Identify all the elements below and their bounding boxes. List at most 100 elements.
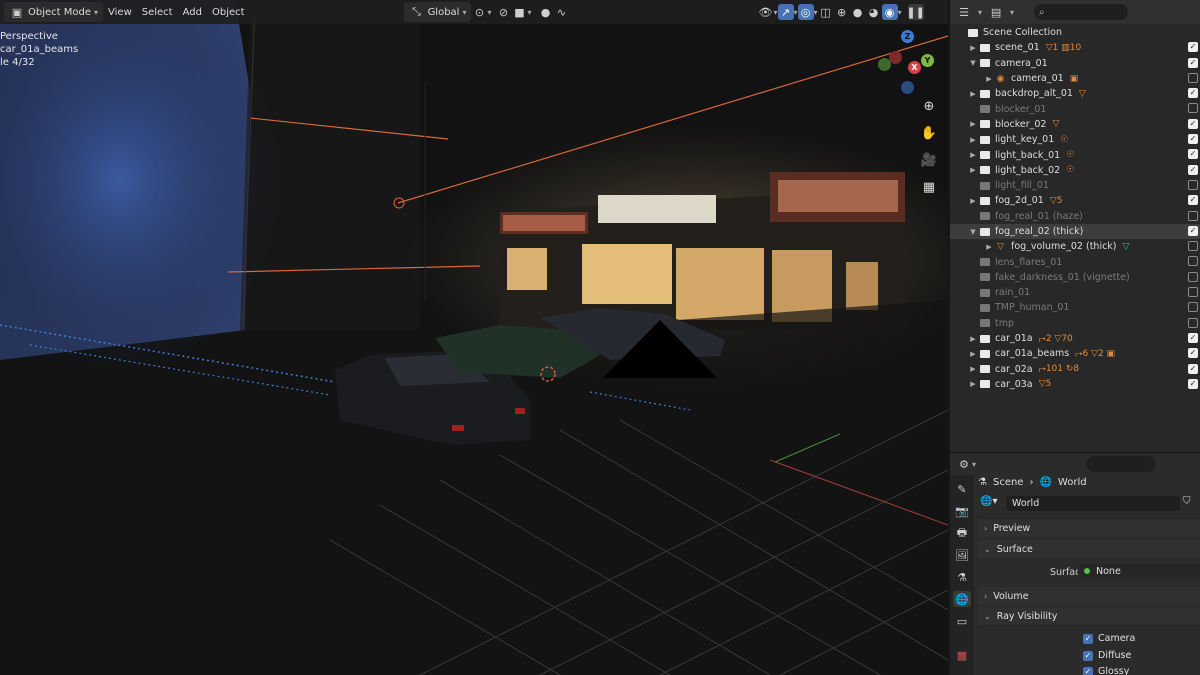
chevron-down-icon[interactable]: ▾: [972, 460, 976, 469]
chevron-down-icon[interactable]: ▾: [528, 8, 532, 17]
outliner-row[interactable]: TMP_human_01: [950, 300, 1200, 315]
display-mode-icon[interactable]: ▤: [988, 4, 1004, 20]
gizmo-neg-z-axis[interactable]: [901, 81, 914, 94]
checkbox-unchecked-icon[interactable]: [1188, 103, 1198, 114]
expand-right-icon[interactable]: ▶: [968, 136, 978, 144]
editor-type-icon[interactable]: ☰: [956, 4, 972, 20]
chevron-down-icon[interactable]: ▾: [774, 8, 778, 17]
outliner-row[interactable]: lens_flares_01: [950, 254, 1200, 269]
outliner-row[interactable]: ▼ fog_real_02 (thick) ✓: [950, 223, 1200, 240]
chevron-down-icon[interactable]: ▾: [487, 8, 491, 17]
chevron-down-icon[interactable]: ▾: [898, 8, 902, 17]
ray-camera-checkbox[interactable]: ✓ Camera: [1083, 633, 1135, 644]
outliner-row[interactable]: ▶ backdrop_alt_01 ▽ ✓: [950, 86, 1200, 101]
checkbox-unchecked-icon[interactable]: [1188, 72, 1198, 83]
collection-tab-icon[interactable]: ▭: [953, 613, 971, 629]
snap-icon[interactable]: ⊘: [496, 4, 512, 20]
outliner-search-input[interactable]: ⌕: [1034, 4, 1129, 20]
fake-user-shield-icon[interactable]: ⛉: [1183, 496, 1197, 511]
pause-icon[interactable]: ❚❚: [906, 4, 925, 20]
expand-right-icon[interactable]: ▶: [968, 335, 978, 343]
proportional-edit-icon[interactable]: ●: [538, 4, 554, 20]
gizmo-toggle-icon[interactable]: ↗: [777, 4, 794, 20]
ray-visibility-panel-header[interactable]: ⌄ Ray Visibility: [978, 607, 1200, 625]
checkbox-checked-icon[interactable]: ✓: [1188, 118, 1198, 129]
camera-view-icon[interactable]: 🎥: [919, 150, 939, 170]
tool-tab-icon[interactable]: ✎: [953, 481, 971, 497]
checkbox-checked-icon[interactable]: ✓: [1188, 332, 1198, 343]
outliner-row[interactable]: ▶ scene_01 ▽1 ▥10 ✓: [950, 40, 1200, 55]
overlays-toggle-icon[interactable]: ◎: [797, 4, 814, 20]
checkbox-checked-icon[interactable]: ✓: [1188, 378, 1198, 389]
snap-target-icon[interactable]: ■: [512, 4, 528, 20]
visibility-icon[interactable]: 👁: [758, 4, 774, 20]
chevron-down-icon[interactable]: ▾: [814, 8, 818, 17]
expand-right-icon[interactable]: ▶: [968, 44, 978, 52]
outliner-row[interactable]: ▶ ▽ fog_volume_02 (thick) ▽: [950, 239, 1200, 254]
orientation-selector[interactable]: ⤡ Global ▾: [403, 2, 472, 22]
outliner-row[interactable]: fog_real_01 (haze): [950, 209, 1200, 224]
menu-object[interactable]: Object: [207, 5, 250, 20]
pivot-icon[interactable]: ⊙: [471, 4, 487, 20]
scene-tab-icon[interactable]: ⚗: [953, 569, 971, 585]
outliner-row[interactable]: ▶ car_02a ⮣101 ↻8 ✓: [950, 362, 1200, 377]
checkbox-checked-icon[interactable]: ✓: [1188, 42, 1198, 53]
expand-right-icon[interactable]: ▶: [968, 120, 978, 128]
pan-hand-icon[interactable]: ✋: [919, 123, 939, 143]
outliner-row[interactable]: fake_darkness_01 (vignette): [950, 270, 1200, 285]
zoom-icon[interactable]: ⊕: [919, 96, 939, 116]
output-tab-icon[interactable]: 🖶: [953, 525, 971, 541]
gizmo-neg-x-axis[interactable]: [889, 51, 902, 64]
checkbox-checked-icon[interactable]: ✓: [1188, 363, 1198, 374]
3d-viewport[interactable]: ▣ Object Mode ▾ View Select Add Object ⤡…: [0, 0, 948, 675]
expand-right-icon[interactable]: ▶: [968, 166, 978, 174]
expand-down-icon[interactable]: ▼: [968, 59, 978, 67]
checkbox-unchecked-icon[interactable]: [1188, 271, 1198, 282]
render-tab-icon[interactable]: 📷: [953, 503, 971, 519]
expand-right-icon[interactable]: ▶: [968, 90, 978, 98]
gizmo-z-axis[interactable]: Z: [901, 30, 914, 43]
expand-right-icon[interactable]: ▶: [968, 365, 978, 373]
expand-right-icon[interactable]: ▶: [968, 151, 978, 159]
checkbox-checked-icon[interactable]: ✓: [1188, 225, 1198, 236]
expand-right-icon[interactable]: ▶: [984, 243, 994, 251]
ray-glossy-checkbox[interactable]: ✓ Glossy: [1083, 666, 1129, 675]
checkbox-checked-icon[interactable]: ✓: [1188, 57, 1198, 68]
checkbox-unchecked-icon[interactable]: [1188, 210, 1198, 221]
surface-panel-header[interactable]: ⌄ Surface: [978, 540, 1200, 558]
volume-panel-header[interactable]: › Volume: [978, 587, 1200, 605]
world-browse-icon[interactable]: 🌐▾: [980, 496, 997, 507]
xray-icon[interactable]: ◫: [818, 4, 834, 20]
material-shading-icon[interactable]: ◕: [866, 4, 882, 20]
checkbox-unchecked-icon[interactable]: [1188, 256, 1198, 267]
outliner-row[interactable]: light_fill_01: [950, 178, 1200, 193]
checkbox-unchecked-icon[interactable]: [1188, 241, 1198, 252]
navigation-gizmo[interactable]: Z Y X: [878, 30, 948, 100]
checkbox-unchecked-icon[interactable]: [1188, 317, 1198, 328]
checkbox-checked-icon[interactable]: ✓: [1188, 348, 1198, 359]
checkbox-checked-icon[interactable]: ✓: [1188, 134, 1198, 145]
expand-down-icon[interactable]: ▼: [968, 228, 978, 236]
outliner-row[interactable]: ▶ light_back_02 ☉ ✓: [950, 163, 1200, 178]
solid-shading-icon[interactable]: ●: [850, 4, 866, 20]
wireframe-shading-icon[interactable]: ⊕: [834, 4, 850, 20]
rendered-shading-icon[interactable]: ◉: [881, 4, 898, 20]
outliner-row[interactable]: ▶ car_01a_beams ⮣6 ▽2 ▣ ✓: [950, 346, 1200, 361]
gizmo-x-axis[interactable]: X: [908, 61, 921, 74]
properties-editor-type-icon[interactable]: ⚙: [956, 456, 972, 472]
properties-search-input[interactable]: [1086, 456, 1157, 472]
checkbox-checked-icon[interactable]: ✓: [1188, 149, 1198, 160]
expand-right-icon[interactable]: ▶: [968, 380, 978, 388]
checkbox-checked-icon[interactable]: ✓: [1188, 164, 1198, 175]
menu-add[interactable]: Add: [178, 5, 207, 20]
outliner-row[interactable]: tmp: [950, 316, 1200, 331]
outliner-row[interactable]: blocker_01: [950, 101, 1200, 116]
ray-diffuse-checkbox[interactable]: ✓ Diffuse: [1083, 650, 1131, 661]
outliner-row[interactable]: ▶ blocker_02 ▽ ✓: [950, 117, 1200, 132]
world-tab-icon[interactable]: 🌐: [953, 591, 971, 607]
texture-tab-icon[interactable]: ▩: [953, 647, 971, 663]
checkbox-unchecked-icon[interactable]: [1188, 302, 1198, 313]
checkbox-checked-icon[interactable]: ✓: [1188, 195, 1198, 206]
menu-select[interactable]: Select: [137, 5, 178, 20]
outliner-row[interactable]: ▶ car_01a ⮣2 ▽70 ✓: [950, 331, 1200, 346]
